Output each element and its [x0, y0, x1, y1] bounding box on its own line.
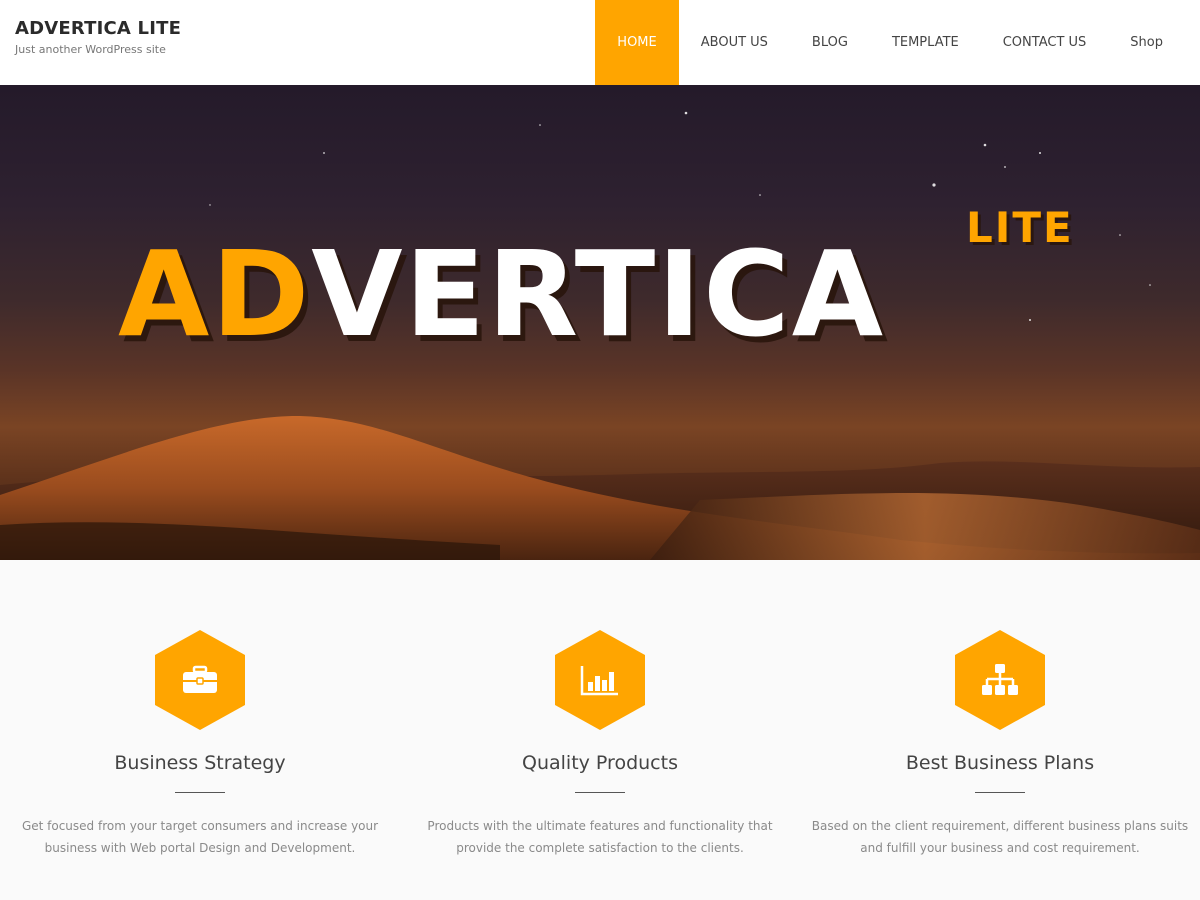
divider [975, 792, 1025, 793]
brand[interactable]: ADVERTICA LITE Just another WordPress si… [15, 18, 181, 56]
divider [175, 792, 225, 793]
hero-logo: ADVERTICA [118, 235, 885, 353]
divider [575, 792, 625, 793]
feature-text: Based on the client requirement, differe… [811, 819, 1189, 855]
feature-best-business-plans: Best Business Plans Based on the client … [800, 630, 1200, 859]
feature-hex-badge [955, 630, 1045, 730]
hero-logo-lite: LITE [966, 203, 1074, 252]
site-tagline: Just another WordPress site [15, 43, 166, 56]
feature-text: Get focused from your target consumers a… [21, 819, 379, 855]
feature-hex-badge [555, 630, 645, 730]
nav-item-blog[interactable]: BLOG [790, 0, 870, 85]
nav-item-shop[interactable]: Shop [1108, 0, 1185, 85]
nav-item-contact-us[interactable]: CONTACT US [981, 0, 1109, 85]
site-header: ADVERTICA LITE Just another WordPress si… [0, 0, 1200, 85]
hero-banner: ADVERTICA LITE [0, 85, 1200, 560]
feature-title: Best Business Plans [905, 752, 1095, 774]
bar-chart-icon [580, 666, 618, 696]
main-nav: HOME ABOUT US BLOG TEMPLATE CONTACT US S… [595, 0, 1185, 85]
features-section: Business Strategy Get focused from your … [0, 560, 1200, 900]
site-title[interactable]: ADVERTICA LITE [15, 18, 181, 39]
nav-item-home[interactable]: HOME [595, 0, 679, 85]
feature-title: Quality Products [522, 752, 678, 774]
nav-item-about-us[interactable]: ABOUT US [679, 0, 790, 85]
briefcase-icon [183, 665, 217, 693]
hero-logo-ad: AD [118, 225, 312, 363]
nav-item-template[interactable]: TEMPLATE [870, 0, 981, 85]
feature-quality-products: Quality Products Products with the ultim… [400, 630, 800, 859]
feature-hex-badge [155, 630, 245, 730]
sitemap-icon [982, 664, 1018, 695]
feature-title: Business Strategy [114, 752, 286, 774]
hero-logo-vertica: VERTICA [311, 225, 886, 363]
feature-text: Products with the ultimate features and … [427, 819, 773, 855]
feature-business-strategy: Business Strategy Get focused from your … [0, 630, 400, 859]
